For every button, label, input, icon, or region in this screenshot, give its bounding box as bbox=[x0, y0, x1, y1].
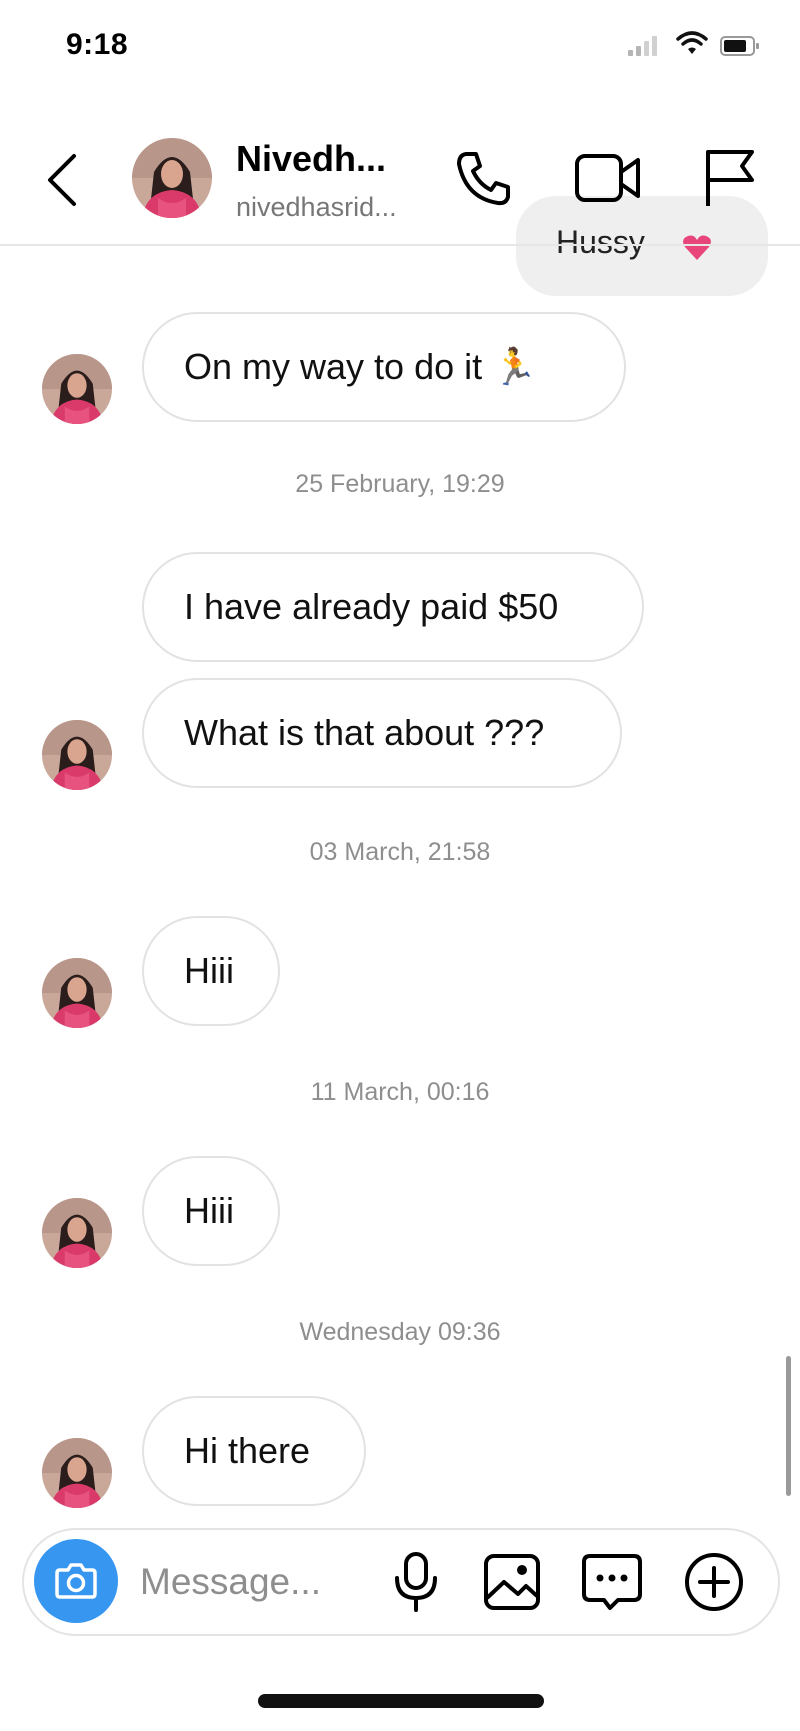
contact-name[interactable]: Nivedh... bbox=[236, 138, 386, 180]
contact-username[interactable]: nivedhasrid... bbox=[236, 192, 397, 223]
message-text: Hi there bbox=[184, 1430, 311, 1471]
received-message-bubble[interactable]: Hiii bbox=[142, 916, 280, 1026]
video-camera-icon[interactable] bbox=[574, 150, 642, 206]
timestamp: 03 March, 21:58 bbox=[309, 838, 491, 866]
received-message-bubble[interactable]: Hiii bbox=[142, 1156, 280, 1266]
sent-message-text: Hussy bbox=[556, 224, 645, 260]
wifi-icon bbox=[676, 31, 708, 54]
heart-emoji-icon bbox=[683, 235, 711, 260]
status-time: 9:18 bbox=[66, 28, 129, 61]
received-message-bubble[interactable]: On my way to do it 🏃 bbox=[142, 312, 626, 422]
message-text: I have already paid $50 bbox=[184, 586, 559, 627]
camera-icon bbox=[55, 1563, 97, 1599]
back-button[interactable] bbox=[32, 140, 92, 220]
sender-avatar[interactable] bbox=[42, 354, 112, 424]
phone-icon[interactable] bbox=[452, 146, 516, 210]
sticker-chat-icon[interactable] bbox=[580, 1550, 644, 1614]
received-message-bubble[interactable]: What is that about ??? bbox=[142, 678, 622, 788]
timestamp: Wednesday 09:36 bbox=[299, 1318, 501, 1346]
home-indicator[interactable] bbox=[258, 1694, 544, 1708]
header-divider bbox=[0, 244, 800, 246]
timestamp: 11 March, 00:16 bbox=[310, 1078, 490, 1106]
microphone-icon[interactable] bbox=[388, 1550, 444, 1614]
sender-avatar[interactable] bbox=[42, 1198, 112, 1268]
camera-button[interactable] bbox=[34, 1539, 118, 1623]
sender-avatar[interactable] bbox=[42, 958, 112, 1028]
sender-avatar[interactable] bbox=[42, 720, 112, 790]
plus-icon[interactable] bbox=[682, 1550, 746, 1614]
sender-avatar[interactable] bbox=[42, 1438, 112, 1508]
scrollbar[interactable] bbox=[786, 1356, 791, 1496]
message-text: On my way to do it 🏃 bbox=[184, 346, 537, 387]
back-chevron-icon bbox=[48, 154, 76, 206]
message-text: Hiii bbox=[184, 1190, 234, 1231]
message-text: Hiii bbox=[184, 950, 234, 991]
gallery-icon[interactable] bbox=[482, 1552, 542, 1612]
message-text: What is that about ??? bbox=[184, 712, 545, 753]
message-input[interactable] bbox=[140, 1554, 350, 1610]
received-message-bubble[interactable]: I have already paid $50 bbox=[142, 552, 644, 662]
signal-icon bbox=[628, 34, 662, 56]
contact-avatar[interactable] bbox=[132, 138, 212, 218]
timestamp: 25 February, 19:29 bbox=[295, 470, 505, 498]
received-message-bubble[interactable]: Hi there bbox=[142, 1396, 366, 1506]
flag-icon[interactable] bbox=[700, 146, 760, 210]
sent-message-bubble[interactable]: Hussy bbox=[516, 196, 768, 296]
battery-icon bbox=[720, 36, 759, 56]
